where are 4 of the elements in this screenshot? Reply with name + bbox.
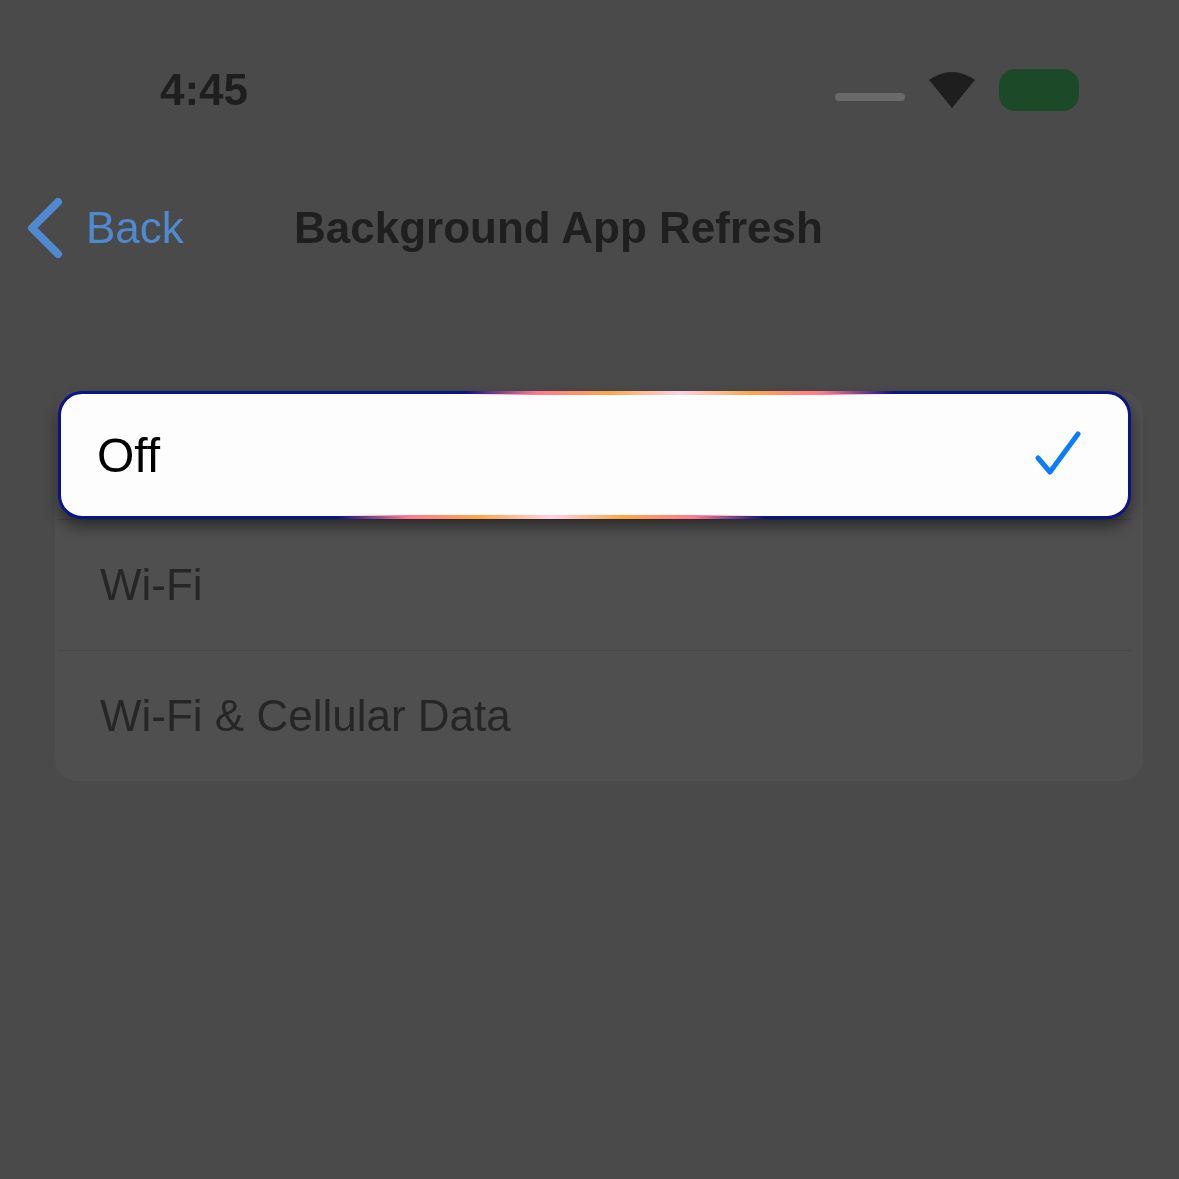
- battery-icon: [999, 69, 1079, 111]
- wifi-icon: [927, 70, 977, 110]
- back-button[interactable]: Back: [24, 198, 294, 258]
- option-row[interactable]: Off: [58, 391, 1131, 519]
